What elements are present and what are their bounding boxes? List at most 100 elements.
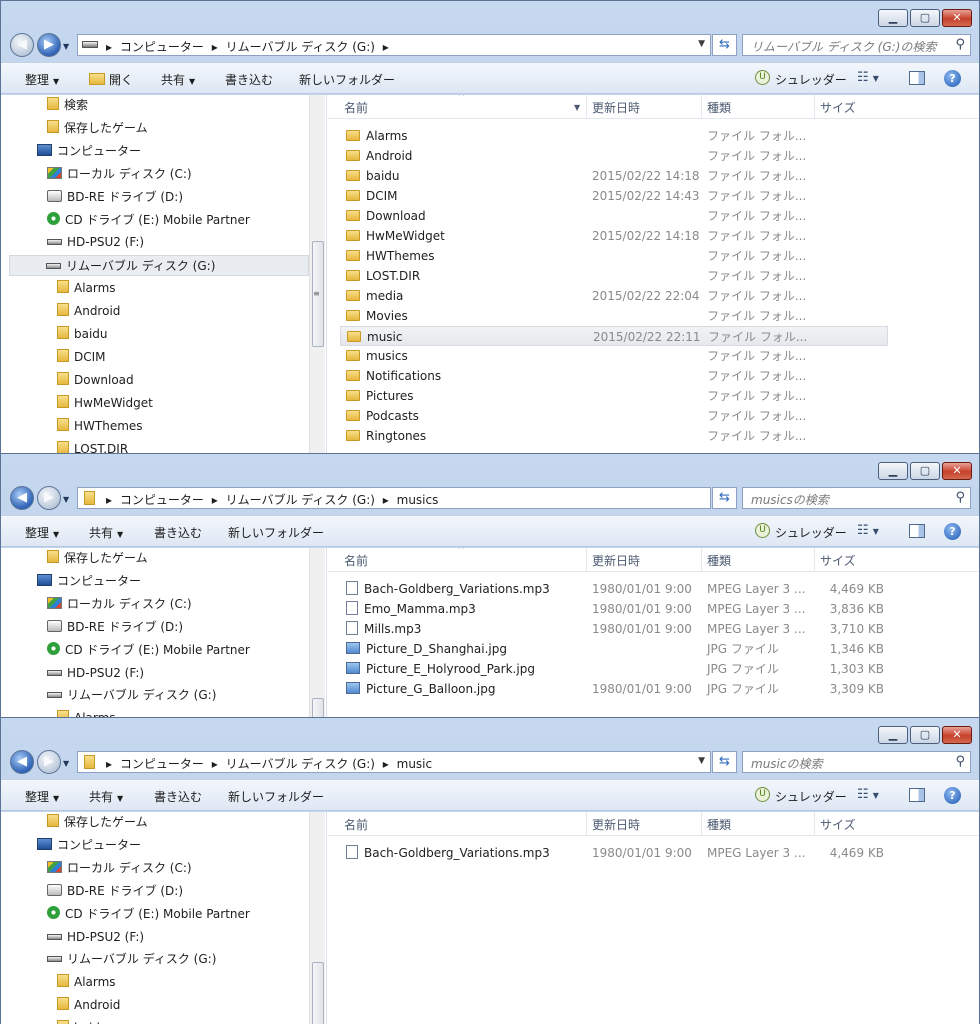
search-box[interactable]: リムーバブル ディスク (G:)の検索 ⚲ <box>742 34 971 56</box>
tree-item[interactable]: ローカル ディスク (C:) <box>47 858 192 879</box>
column-divider[interactable] <box>814 95 815 119</box>
table-row[interactable]: Picture_G_Balloon.jpg 1980/01/01 9:00 JPG … <box>340 679 888 699</box>
tree-item[interactable]: CD ドライブ (E:) Mobile Partner <box>47 210 250 231</box>
recent-pages-dropdown[interactable]: ▼ <box>63 495 69 504</box>
breadcrumb-separator-icon[interactable]: ▸ <box>212 493 218 507</box>
new-folder-button[interactable]: 新しいフォルダー <box>228 788 324 805</box>
breadcrumb-item[interactable]: コンピューター <box>120 757 204 771</box>
open-button[interactable]: 開く <box>89 71 133 88</box>
column-size[interactable]: サイズ <box>820 816 856 833</box>
table-row[interactable]: DCIM 2015/02/22 14:43 ファイル フォル... <box>340 186 888 206</box>
tree-item[interactable]: Android <box>57 995 120 1016</box>
column-divider[interactable] <box>586 95 587 119</box>
breadcrumb-separator-icon[interactable]: ▸ <box>106 40 112 54</box>
share-menu[interactable]: 共有 ▼ <box>89 524 123 541</box>
breadcrumb-item[interactable]: コンピューター <box>120 40 204 54</box>
help-icon[interactable]: ? <box>944 70 961 87</box>
tree-scrollbar[interactable] <box>309 812 325 1024</box>
help-icon[interactable]: ? <box>944 787 961 804</box>
share-menu[interactable]: 共有 ▼ <box>89 788 123 805</box>
address-bar[interactable]: ▸ コンピューター ▸ リムーバブル ディスク (G:) ▸ musics <box>77 487 711 509</box>
tree-item[interactable]: コンピューター <box>37 571 141 592</box>
tree-item[interactable]: ローカル ディスク (C:) <box>47 164 192 185</box>
maximize-button[interactable]: ▢ <box>910 9 940 27</box>
close-button[interactable]: ✕ <box>942 9 972 27</box>
shredder-button[interactable]: シュレッダー <box>775 524 847 541</box>
column-divider[interactable] <box>586 548 587 572</box>
breadcrumb-item[interactable]: music <box>397 757 432 771</box>
breadcrumb-separator-icon[interactable]: ▸ <box>383 40 389 54</box>
new-folder-button[interactable]: 新しいフォルダー <box>299 71 395 88</box>
column-name[interactable]: 名前 <box>344 99 368 116</box>
view-options-icon[interactable]: ☷ ▼ <box>857 70 879 85</box>
column-divider[interactable] <box>701 812 702 836</box>
scrollbar-thumb[interactable] <box>312 698 324 717</box>
organize-menu[interactable]: 整理 ▼ <box>25 71 59 88</box>
column-divider[interactable] <box>586 812 587 836</box>
tree-item[interactable]: 検索 <box>47 95 88 116</box>
table-row[interactable]: HWThemes ファイル フォル... <box>340 246 888 266</box>
table-row[interactable]: music 2015/02/22 22:11 ファイル フォル... <box>340 326 888 346</box>
search-icon[interactable]: ⚲ <box>955 490 965 505</box>
tree-item[interactable]: BD-RE ドライブ (D:) <box>47 187 183 208</box>
tree-item[interactable]: リムーバブル ディスク (G:) <box>9 255 309 277</box>
view-options-icon[interactable]: ☷ ▼ <box>857 787 879 802</box>
column-date[interactable]: 更新日時 <box>592 816 640 833</box>
column-divider[interactable] <box>701 548 702 572</box>
breadcrumb-item[interactable]: リムーバブル ディスク (G:) <box>226 493 375 507</box>
tree-item[interactable]: HD-PSU2 (F:) <box>47 927 144 948</box>
minimize-button[interactable]: ▁ <box>878 9 908 27</box>
table-row[interactable]: Download ファイル フォル... <box>340 206 888 226</box>
help-icon[interactable]: ? <box>944 523 961 540</box>
address-bar[interactable]: ▸ コンピューター ▸ リムーバブル ディスク (G:) ▸ music ▼ <box>77 751 711 773</box>
table-row[interactable]: Movies ファイル フォル... <box>340 306 888 326</box>
share-menu[interactable]: 共有 ▼ <box>161 71 195 88</box>
tree-item[interactable]: DCIM <box>57 347 106 368</box>
back-button[interactable]: ◀ <box>10 486 34 510</box>
tree-item[interactable]: HD-PSU2 (F:) <box>47 232 144 253</box>
column-date[interactable]: 更新日時 <box>592 552 640 569</box>
tree-item[interactable]: LOST.DIR <box>57 439 128 453</box>
close-button[interactable]: ✕ <box>942 726 972 744</box>
tree-scrollbar[interactable]: ≡ <box>309 95 325 453</box>
tree-item[interactable]: baidu <box>57 1018 108 1024</box>
table-row[interactable]: Emo_Mamma.mp3 1980/01/01 9:00 MPEG Layer 3… <box>340 599 888 619</box>
column-type[interactable]: 種類 <box>707 816 731 833</box>
forward-button[interactable]: ▶ <box>37 33 61 57</box>
column-name[interactable]: 名前 <box>344 552 368 569</box>
breadcrumb-separator-icon[interactable]: ▸ <box>106 493 112 507</box>
breadcrumb-item[interactable]: リムーバブル ディスク (G:) <box>226 40 375 54</box>
tree-item[interactable]: 保存したゲーム <box>47 548 148 569</box>
tree-item[interactable]: Android <box>57 301 120 322</box>
recent-pages-dropdown[interactable]: ▼ <box>63 42 69 51</box>
address-dropdown-icon[interactable]: ▼ <box>698 39 705 49</box>
back-button[interactable]: ◀ <box>10 33 34 57</box>
column-divider[interactable] <box>814 812 815 836</box>
breadcrumb-separator-icon[interactable]: ▸ <box>212 40 218 54</box>
close-button[interactable]: ✕ <box>942 462 972 480</box>
table-row[interactable]: Bach-Goldberg_Variations.mp3 1980/01/01 9… <box>340 843 888 863</box>
tree-item[interactable]: HwMeWidget <box>57 393 153 414</box>
table-row[interactable]: media 2015/02/22 22:04 ファイル フォル... <box>340 286 888 306</box>
column-date[interactable]: 更新日時 <box>592 99 640 116</box>
table-row[interactable]: Alarms ファイル フォル... <box>340 126 888 146</box>
breadcrumb-item[interactable]: リムーバブル ディスク (G:) <box>226 757 375 771</box>
minimize-button[interactable]: ▁ <box>878 726 908 744</box>
shredder-button[interactable]: シュレッダー <box>775 788 847 805</box>
column-name[interactable]: 名前 <box>344 816 368 833</box>
column-size[interactable]: サイズ <box>820 552 856 569</box>
title-bar[interactable]: ▁ ▢ ✕ <box>1 454 979 484</box>
tree-item[interactable]: Alarms <box>57 278 116 299</box>
table-row[interactable]: Notifications ファイル フォル... <box>340 366 888 386</box>
title-bar[interactable]: ▁ ▢ ✕ <box>1 1 979 31</box>
column-divider[interactable] <box>814 548 815 572</box>
breadcrumb-item[interactable]: musics <box>397 493 439 507</box>
tree-item[interactable]: ローカル ディスク (C:) <box>47 594 192 615</box>
table-row[interactable]: Pictures ファイル フォル... <box>340 386 888 406</box>
tree-scrollbar[interactable] <box>309 548 325 717</box>
recent-pages-dropdown[interactable]: ▼ <box>63 759 69 768</box>
back-button[interactable]: ◀ <box>10 750 34 774</box>
table-row[interactable]: Bach-Goldberg_Variations.mp3 1980/01/01 9… <box>340 579 888 599</box>
search-icon[interactable]: ⚲ <box>955 754 965 769</box>
column-size[interactable]: サイズ <box>820 99 856 116</box>
